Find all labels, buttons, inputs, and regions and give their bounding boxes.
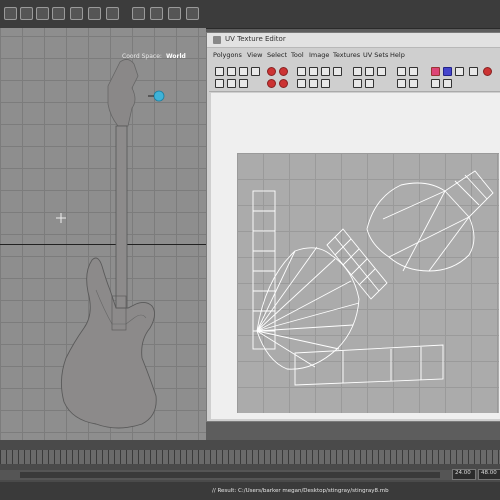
tool-icon[interactable] — [186, 7, 199, 20]
guitar-body — [61, 257, 157, 429]
playback-end-value: 48.00 — [481, 470, 497, 476]
manipulator-icon[interactable] — [148, 90, 165, 102]
uv-shell-strip-vertical[interactable] — [252, 190, 276, 350]
tool-icon[interactable] — [106, 7, 119, 20]
tool-icon[interactable] — [150, 7, 163, 20]
uv-shells[interactable] — [207, 33, 500, 421]
end-frame-field[interactable]: 24.00 — [452, 469, 476, 480]
tool-icon[interactable] — [132, 7, 145, 20]
range-bar[interactable] — [20, 472, 440, 478]
time-slider[interactable] — [0, 450, 500, 464]
top-toolbar — [0, 0, 500, 29]
neck — [115, 125, 128, 317]
crosshair-icon — [56, 213, 66, 223]
tool-icon[interactable] — [52, 7, 65, 20]
uv-shell-fan-bottom[interactable] — [256, 246, 360, 370]
playback-end-field[interactable]: 48.00 — [478, 469, 500, 480]
tool-icon[interactable] — [88, 7, 101, 20]
uv-texture-editor-window[interactable]: UV Texture Editor Polygons View Select T… — [206, 32, 500, 422]
tool-icon[interactable] — [168, 7, 181, 20]
command-result: // Result: C:/Users/barker megan/Desktop… — [212, 488, 389, 494]
uv-shell-fan-top[interactable] — [366, 170, 494, 272]
end-frame-value: 24.00 — [455, 470, 471, 476]
headstock — [107, 59, 139, 127]
perspective-viewport[interactable]: Coord Space: World — [0, 28, 206, 440]
guitar-model[interactable] — [0, 28, 206, 440]
camera-icon[interactable] — [36, 7, 49, 20]
uv-shell-strip-horizontal[interactable] — [294, 344, 444, 386]
tool-icon[interactable] — [70, 7, 83, 20]
tool-icon[interactable] — [20, 7, 33, 20]
tool-icon[interactable] — [4, 7, 17, 20]
